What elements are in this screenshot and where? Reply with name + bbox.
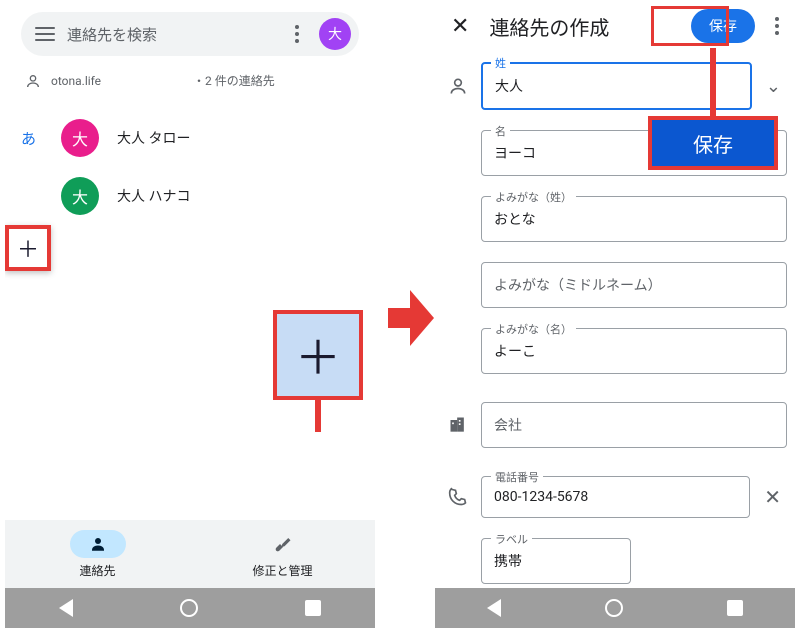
close-icon[interactable]: ✕ [443,14,477,39]
tab-contacts[interactable]: 連絡先 [5,520,190,588]
account-count: ・2 件の連絡先 [193,72,275,89]
field-yomi-sei[interactable]: よみがな（姓） おとな [481,196,787,242]
plus-icon: ＋ [295,322,341,388]
field-label-select[interactable]: ラベル 携帯 [481,538,631,584]
back-icon[interactable] [59,599,73,617]
search-input[interactable]: 連絡先を検索 [67,24,275,45]
contact-avatar: 大 [61,119,99,157]
connector [710,48,716,118]
bottom-tabs: 連絡先 修正と管理 [5,520,375,588]
account-row[interactable]: otona.life ・2 件の連絡先 [5,64,375,97]
save-callout: 保存 [648,116,778,170]
android-navbar [435,588,795,628]
building-icon [443,415,473,435]
back-icon[interactable] [487,599,501,617]
home-icon[interactable] [605,599,623,617]
recent-icon[interactable] [305,600,321,616]
person-icon [443,76,473,96]
yomi-mid-input[interactable]: よみがな（ミドルネーム） [481,262,787,308]
save-highlight [651,6,729,46]
android-navbar [5,588,375,628]
contact-name: 大人 ハナコ [117,186,190,206]
contact-row[interactable]: 大 大人 ハナコ [5,167,375,225]
connector [315,400,321,432]
field-company[interactable]: 会社 [481,402,787,448]
field-label: 電話番号 [491,469,543,485]
account-email: otona.life [51,74,101,88]
tab-fix[interactable]: 修正と管理 [190,520,375,588]
arrow-icon [388,290,434,346]
create-header: ✕ 連絡先の作成 保存 [435,0,795,52]
contact-avatar: 大 [61,177,99,215]
more-icon[interactable] [287,25,307,43]
field-yomi-mid[interactable]: よみがな（ミドルネーム） [481,262,787,308]
account-blur [111,75,183,87]
person-icon [25,73,41,89]
clear-icon[interactable]: ✕ [758,485,787,509]
profile-avatar[interactable]: 大 [319,18,351,50]
field-label: よみがな（名） [491,321,576,337]
more-icon[interactable] [767,17,787,35]
fab-highlight[interactable]: ＋ [273,310,363,400]
field-label: 名 [491,123,510,139]
recent-icon[interactable] [727,600,743,616]
field-label: ラベル [491,531,532,547]
plus-icon: ＋ [17,232,39,264]
phone-right: ✕ 連絡先の作成 保存 姓 大人 ⌄ 名 ヨーコ よみがな（姓） おとな [435,0,795,628]
menu-icon[interactable] [35,27,55,41]
fab-add[interactable]: ＋ [5,225,51,271]
field-label: よみがな（姓） [491,189,576,205]
phone-icon [443,487,473,507]
chevron-down-icon[interactable]: ⌄ [760,76,787,97]
field-yomi-mei[interactable]: よみがな（名） よーこ [481,328,787,374]
contact-row[interactable]: 大 大人 タロー [5,109,375,167]
tab-label: 修正と管理 [252,562,312,579]
company-input[interactable]: 会社 [481,402,787,448]
search-bar[interactable]: 連絡先を検索 大 [21,12,359,56]
contact-name: 大人 タロー [117,128,190,148]
section-letter: あ [21,128,36,149]
tab-label: 連絡先 [79,562,115,579]
field-phone[interactable]: 電話番号 080-1234-5678 [481,476,750,518]
phone-left: 連絡先を検索 大 otona.life ・2 件の連絡先 あ 大 大人 タロー … [5,0,375,628]
field-label: 姓 [491,55,510,71]
person-icon [70,530,126,558]
wrench-icon [255,530,311,558]
home-icon[interactable] [180,599,198,617]
